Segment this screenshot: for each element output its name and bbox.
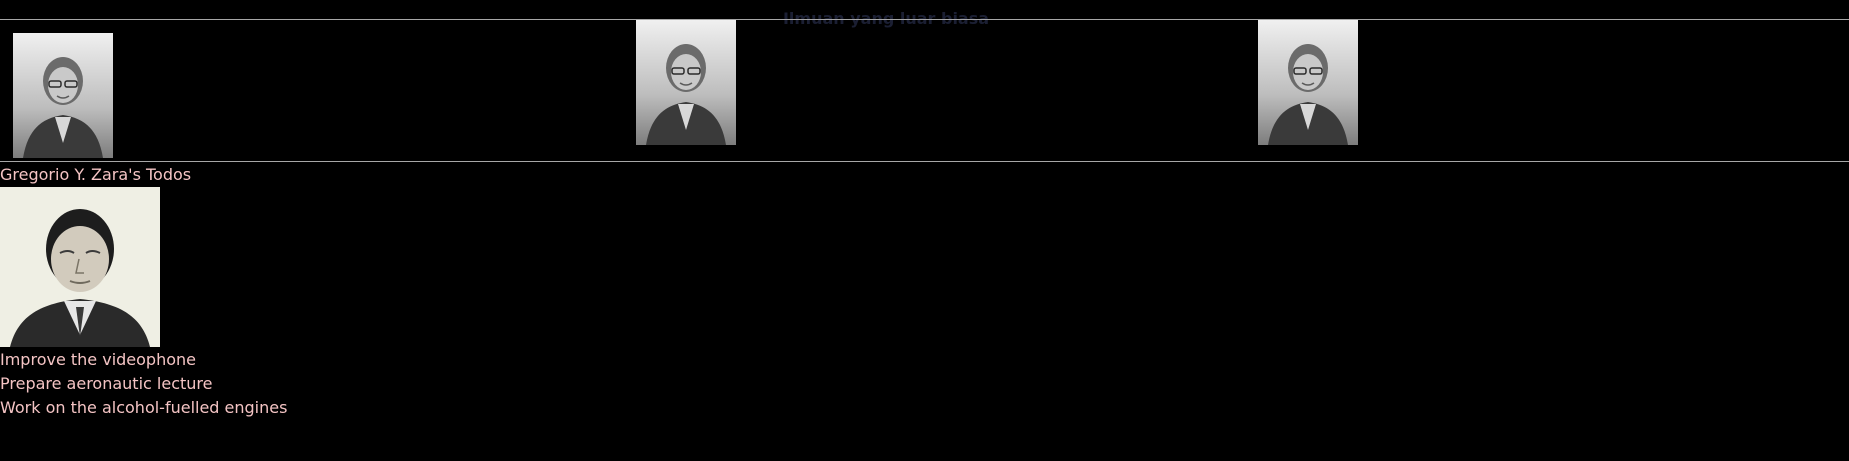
section-divider xyxy=(0,161,1849,162)
portrait-photo-icon xyxy=(0,187,160,347)
profile-title: Gregorio Y. Zara's Todos xyxy=(0,165,192,184)
todo-item: Prepare aeronautic lecture xyxy=(0,374,213,393)
top-divider xyxy=(0,19,1849,20)
profile-avatar xyxy=(0,187,160,347)
portrait-image-2 xyxy=(636,20,736,145)
portrait-photo-icon xyxy=(636,20,736,145)
todo-item: Work on the alcohol-fuelled engines xyxy=(0,398,288,417)
portrait-image-3 xyxy=(1258,20,1358,145)
todo-list: Improve the videophone Prepare aeronauti… xyxy=(0,348,287,420)
todo-item: Improve the videophone xyxy=(0,350,196,369)
portrait-image-1 xyxy=(13,33,113,158)
portrait-photo-icon xyxy=(13,33,113,158)
portrait-photo-icon xyxy=(1258,20,1358,145)
